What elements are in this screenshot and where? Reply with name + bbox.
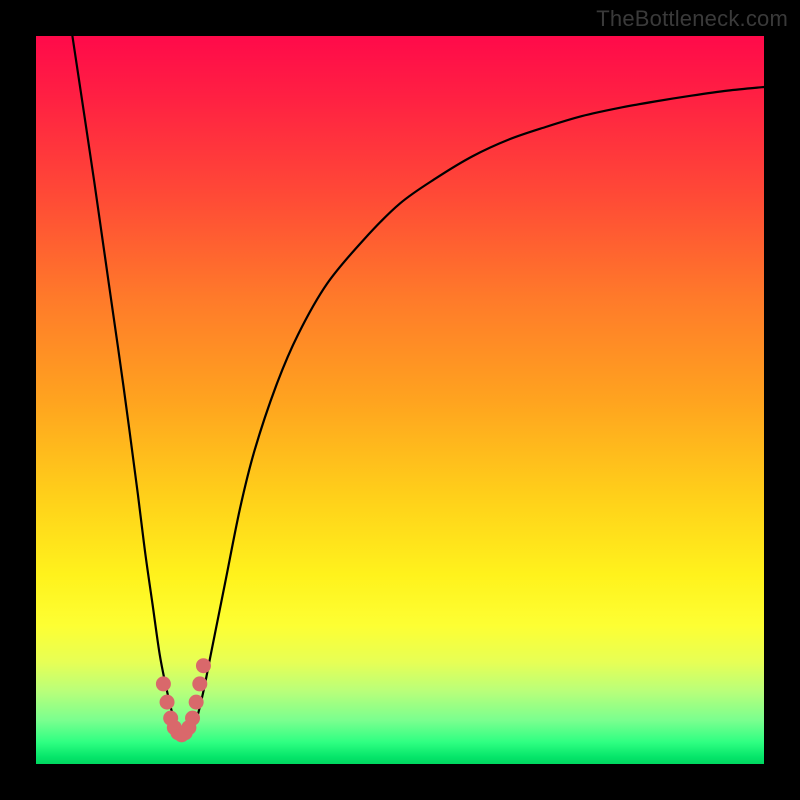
- plot-area: [36, 36, 764, 764]
- highlight-dots-group: [156, 658, 211, 742]
- highlight-dot: [189, 695, 204, 710]
- highlight-dot: [160, 695, 175, 710]
- highlight-dot: [196, 658, 211, 673]
- highlight-dot: [185, 711, 200, 726]
- curve-layer: [36, 36, 764, 764]
- watermark-text: TheBottleneck.com: [596, 6, 788, 32]
- highlight-dot: [192, 676, 207, 691]
- bottleneck-curve: [72, 36, 764, 737]
- chart-frame: TheBottleneck.com: [0, 0, 800, 800]
- highlight-dot: [156, 676, 171, 691]
